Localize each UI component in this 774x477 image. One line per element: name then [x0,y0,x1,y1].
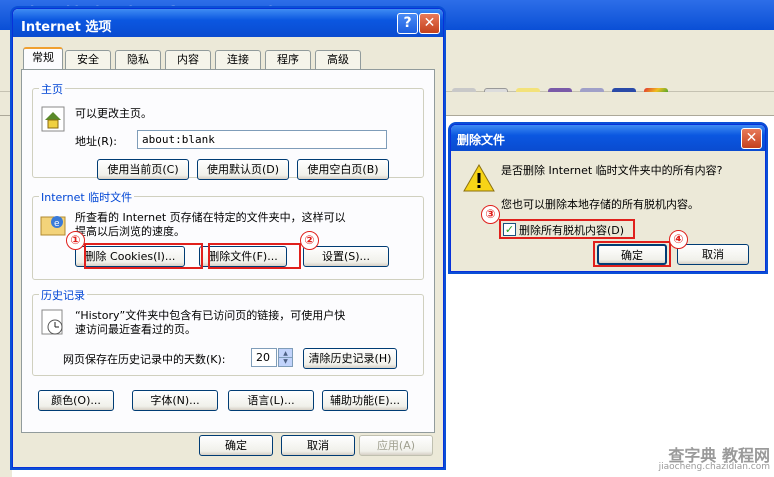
tab-connections[interactable]: 连接 [215,50,261,69]
history-days-label: 网页保存在历史记录中的天数(K): [63,353,226,366]
spinner-up-icon[interactable]: ▲ [279,349,292,358]
homepage-group: 主页 可以更改主页。 地址(R): about:blank 使用当前页(C) 使… [32,81,424,180]
delete-dialog-close-button[interactable]: ✕ [741,128,762,149]
dialog-titlebar: Internet 选项 ? ✕ [13,9,443,37]
internet-options-dialog: Internet 选项 ? ✕ 常规 安全 隐私 内容 连接 程序 高级 主页 … [12,8,444,468]
history-icon [41,309,63,335]
close-button[interactable]: ✕ [419,13,440,34]
annotation-4: ④ [669,230,688,249]
colors-button[interactable]: 颜色(O)... [38,390,114,411]
annotation-2: ② [300,231,319,250]
annotation-1: ① [66,231,85,250]
svg-text:e: e [54,219,60,229]
watermark: 查字典 教程网 jiaocheng.chazidian.com [640,440,774,477]
fonts-button[interactable]: 字体(N)... [132,390,218,411]
homepage-description: 可以更改主页。 [75,107,152,120]
spinner-down-icon[interactable]: ▼ [279,358,292,366]
highlight-delete-cookies [84,243,203,269]
home-icon [41,106,65,132]
temp-files-group-title: Internet 临时文件 [39,189,135,205]
delete-dialog-note: 您也可以删除本地存储的所有脱机内容。 [501,198,699,211]
history-description-2: 速访问最近查看过的页。 [75,323,196,336]
use-current-page-button[interactable]: 使用当前页(C) [97,159,189,180]
history-group: 历史记录 “History”文件夹中包含有已访问页的链接，可使用户快 速访问最近… [32,287,424,376]
warning-icon [463,163,495,192]
homepage-address-input[interactable]: about:blank [137,130,387,149]
history-group-title: 历史记录 [39,287,87,303]
ok-button[interactable]: 确定 [199,435,273,456]
settings-button[interactable]: 设置(S)... [303,246,389,267]
history-days-input[interactable]: 20 [251,348,277,367]
background-window-frame [0,116,12,477]
delete-dialog-titlebar: 删除文件 ✕ [451,125,765,151]
tab-programs[interactable]: 程序 [265,50,311,69]
delete-files-dialog: 删除文件 ✕ 是否删除 Internet 临时文件夹中的所有内容? 您也可以删除… [450,124,766,272]
tab-content[interactable]: 内容 [165,50,211,69]
dialog-title: Internet 选项 [21,20,112,35]
delete-cancel-button[interactable]: 取消 [677,244,749,265]
annotation-3: ③ [481,205,500,224]
folder-ie-icon: e [40,216,66,236]
delete-offline-checkbox[interactable]: ✓ [503,223,516,236]
delete-dialog-title: 删除文件 [457,133,506,147]
delete-ok-button[interactable]: 确定 [597,244,667,265]
temp-files-description-2: 提高以后浏览的速度。 [75,225,185,238]
use-blank-page-button[interactable]: 使用空白页(B) [297,159,389,180]
tab-general[interactable]: 常规 [23,47,63,70]
history-days-spinner[interactable]: ▲ ▼ [278,348,293,367]
help-button[interactable]: ? [397,13,418,34]
watermark-line2: jiaocheng.chazidian.com [658,462,770,472]
delete-offline-label: 删除所有脱机内容(D) [519,224,625,237]
accessibility-button[interactable]: 辅助功能(E)... [322,390,408,411]
delete-dialog-question: 是否删除 Internet 临时文件夹中的所有内容? [501,164,723,177]
cancel-button[interactable]: 取消 [281,435,355,456]
tab-privacy[interactable]: 隐私 [115,50,161,69]
tab-advanced[interactable]: 高级 [315,50,361,69]
clear-history-button[interactable]: 清除历史记录(H) [303,348,397,369]
use-default-page-button[interactable]: 使用默认页(D) [197,159,289,180]
apply-button[interactable]: 应用(A) [359,435,433,456]
tab-security[interactable]: 安全 [65,50,111,69]
homepage-group-title: 主页 [39,81,65,97]
highlight-delete-files [208,243,301,269]
address-label: 地址(R): [75,135,117,148]
languages-button[interactable]: 语言(L)... [228,390,314,411]
